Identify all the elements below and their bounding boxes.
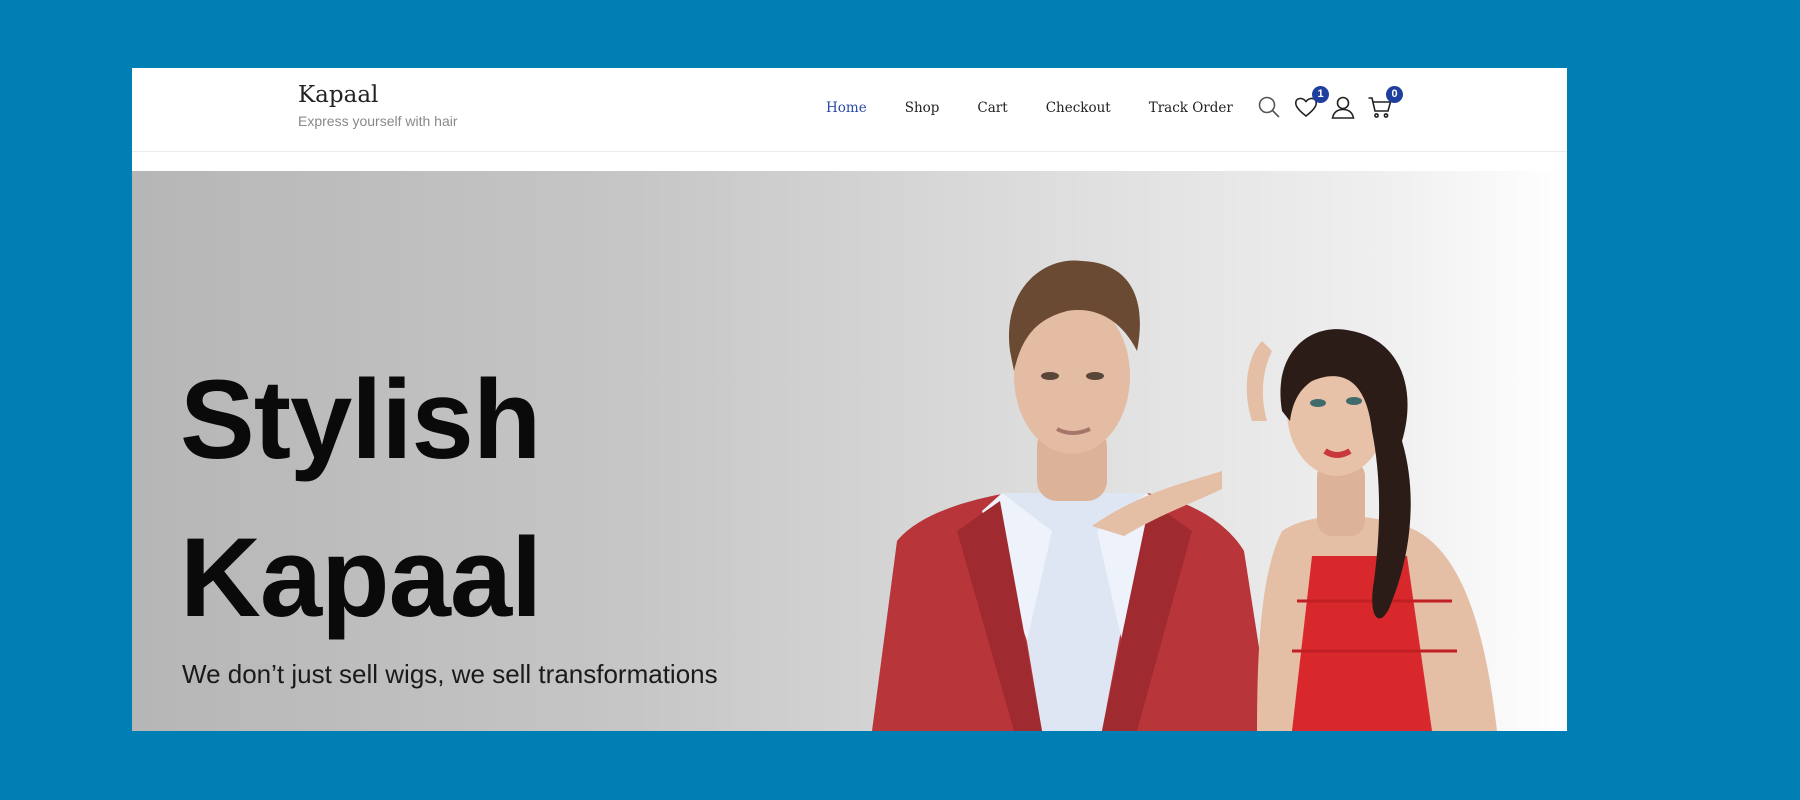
header-icons: 1 0 <box>1256 86 1404 120</box>
site-frame: Kapaal Express yourself with hair Home S… <box>132 68 1567 731</box>
nav-item-track-order[interactable]: Track Order <box>1149 98 1233 118</box>
search-button[interactable] <box>1256 94 1282 120</box>
wishlist-button[interactable]: 1 <box>1293 86 1329 120</box>
hero-banner: Stylish Kapaal We don’t just sell wigs, … <box>132 171 1567 731</box>
hero-models-image <box>872 260 1497 731</box>
nav-item-home[interactable]: Home <box>826 98 867 118</box>
main-navigation: Home Shop Cart Checkout Track Order <box>826 98 1271 118</box>
branding: Kapaal Express yourself with hair <box>298 82 458 129</box>
hero-subtitle: We don’t just sell wigs, we sell transfo… <box>182 659 718 689</box>
user-icon <box>1331 96 1355 119</box>
site-title-link[interactable]: Kapaal <box>298 82 458 108</box>
nav-item-cart[interactable]: Cart <box>977 98 1007 118</box>
search-icon <box>1258 96 1280 118</box>
nav-item-shop[interactable]: Shop <box>905 98 940 118</box>
hero-title-line-1: Stylish <box>180 357 541 482</box>
hero-title-line-2: Kapaal <box>180 515 542 640</box>
site-header: Kapaal Express yourself with hair Home S… <box>132 68 1567 152</box>
man-figure <box>872 260 1272 731</box>
cart-button[interactable]: 0 <box>1367 86 1403 120</box>
account-button[interactable] <box>1330 94 1356 120</box>
hero-title: Stylish Kapaal <box>180 341 542 657</box>
cart-count-badge: 0 <box>1386 86 1403 103</box>
wishlist-count-badge: 1 <box>1312 86 1329 103</box>
site-tagline: Express yourself with hair <box>298 113 458 129</box>
nav-item-checkout[interactable]: Checkout <box>1046 98 1111 118</box>
